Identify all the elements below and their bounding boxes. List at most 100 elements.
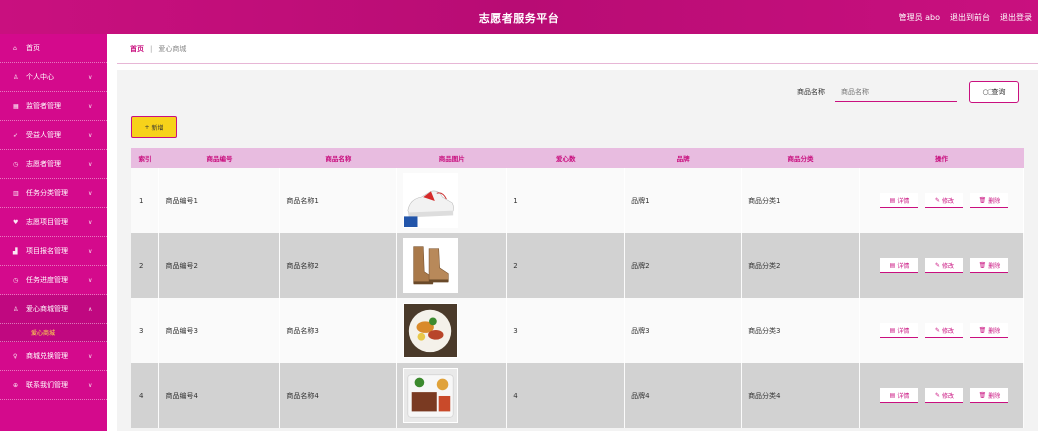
cell-index: 2	[131, 233, 160, 298]
detail-label: 详情	[897, 392, 910, 400]
edit-button[interactable]: ✎ 修改	[925, 193, 964, 208]
sidebar-item-mall-exchange[interactable]: ♀ 商城兑换管理 ∨	[0, 342, 107, 371]
top-bar-actions: 管理员 abo 退出到前台 退出登录	[899, 12, 1032, 23]
send-icon: ➶	[13, 131, 19, 139]
sidebar-item-label: 志愿项目管理	[26, 218, 68, 226]
chevron-up-icon: ∧	[88, 305, 93, 313]
edit-button[interactable]: ✎ 修改	[925, 258, 964, 273]
sidebar-item-volunteer-project[interactable]: ♥ 志愿项目管理 ∨	[0, 208, 107, 237]
top-bar: 志愿者服务平台 管理员 abo 退出到前台 退出登录	[0, 0, 1038, 34]
breadcrumb-home[interactable]: 首页	[130, 44, 144, 54]
cell-brand: 品牌1	[624, 168, 743, 233]
search-icon: ○	[987, 87, 994, 96]
sidebar-item-supervisor[interactable]: ▦ 监管者管理 ∨	[0, 92, 107, 121]
chevron-down-icon: ∨	[88, 131, 93, 139]
sidebar-item-volunteer[interactable]: ◷ 志愿者管理 ∨	[0, 150, 107, 179]
clock-icon: ◷	[13, 160, 19, 168]
table-row[interactable]: 2 商品编号2 商品名称2 2 品牌2 商品分类2 ▤ 详情 ✎ 修改 🗑 删除	[131, 233, 1025, 298]
cell-image	[396, 363, 508, 428]
search-bar: 商品名称 ○ ○ 查询	[797, 81, 1019, 103]
globe-icon: ⊕	[13, 381, 19, 389]
delete-label: 删除	[988, 327, 1001, 335]
back-to-front-link[interactable]: 退出到前台	[950, 12, 990, 23]
delete-label: 删除	[988, 392, 1001, 400]
bars-icon: ▥	[13, 189, 19, 197]
table-row[interactable]: 3 商品编号3 商品名称3 3 品牌3 商品分类3 ▤ 详情 ✎ 修改 🗑 删除	[131, 298, 1025, 363]
main-content: 首页 | 爱心商城 商品名称 ○ ○ 查询 + 新增 索引 商品编号 商品名称 …	[117, 34, 1038, 431]
delete-button[interactable]: 🗑 删除	[970, 388, 1009, 403]
cell-hearts: 4	[506, 363, 626, 428]
home-icon: ⌂	[13, 44, 17, 52]
edit-label: 修改	[941, 197, 954, 205]
cell-brand: 品牌2	[624, 233, 743, 298]
sidebar-item-personal-center[interactable]: ♙ 个人中心 ∨	[0, 63, 107, 92]
sidebar-item-home[interactable]: ⌂ 首页	[0, 34, 107, 63]
chevron-down-icon: ∨	[88, 218, 93, 226]
sidebar-item-task-progress[interactable]: ◷ 任务进度管理 ∨	[0, 266, 107, 295]
add-button-label: 新增	[151, 124, 164, 132]
table-row[interactable]: 4 商品编号4 商品名称4 4 品牌4 商品分类4 ▤ 详情 ✎ 修改 🗑 删除	[131, 363, 1025, 428]
add-button[interactable]: + 新增	[131, 116, 177, 138]
boots-image	[403, 238, 459, 293]
cell-name: 商品名称2	[279, 233, 398, 298]
cell-code: 商品编号1	[158, 168, 281, 233]
sidebar-item-charity-mall[interactable]: ♙ 爱心商城管理 ∧	[0, 295, 107, 324]
sidebar-item-task-category[interactable]: ▥ 任务分类管理 ∨	[0, 179, 107, 208]
sidebar-item-label: 爱心商城管理	[26, 305, 68, 313]
cell-category: 商品分类4	[741, 363, 860, 428]
cell-name: 商品名称1	[279, 168, 398, 233]
breadcrumb-current: 爱心商城	[158, 44, 187, 53]
cell-brand: 品牌4	[624, 363, 743, 428]
chevron-down-icon: ∨	[88, 352, 93, 360]
column-header: 爱心数	[555, 155, 576, 163]
detail-icon: ▤	[889, 196, 896, 204]
sidebar-subitem-charity-mall[interactable]: 爱心商城	[0, 324, 107, 342]
cell-image	[396, 168, 508, 233]
detail-button[interactable]: ▤ 详情	[880, 388, 919, 403]
detail-icon: ▤	[889, 391, 896, 399]
column-header: 操作	[934, 155, 948, 163]
edit-label: 修改	[941, 392, 954, 400]
sidebar: ⌂ 首页 ♙ 个人中心 ∨ ▦ 监管者管理 ∨ ➶ 受益人管理 ∨ ◷ 志愿者管…	[0, 34, 107, 431]
delete-button[interactable]: 🗑 删除	[970, 258, 1009, 273]
admin-user-label: 管理员 abo	[898, 13, 940, 22]
delete-button[interactable]: 🗑 删除	[970, 323, 1009, 338]
delete-label: 删除	[988, 197, 1001, 205]
cell-category: 商品分类1	[741, 168, 860, 233]
detail-label: 详情	[897, 327, 910, 335]
search-button[interactable]: ○ 查询	[969, 81, 1019, 103]
edit-button[interactable]: ✎ 修改	[925, 323, 964, 338]
edit-button[interactable]: ✎ 修改	[925, 388, 964, 403]
chevron-down-icon: ∨	[88, 381, 93, 389]
food-plate-image	[403, 303, 459, 358]
cell-hearts: 2	[506, 233, 626, 298]
cell-hearts: 3	[506, 298, 626, 363]
logout-link[interactable]: 退出登录	[1000, 12, 1032, 23]
sidebar-item-beneficiary[interactable]: ➶ 受益人管理 ∨	[0, 121, 107, 150]
sidebar-item-contact-us[interactable]: ⊕ 联系我们管理 ∨	[0, 371, 107, 400]
search-input[interactable]	[835, 82, 957, 102]
sidebar-item-label: 项目报名管理	[26, 247, 68, 255]
sidebar-item-label: 志愿者管理	[26, 160, 61, 168]
table-row[interactable]: 1 商品编号1 商品名称1 1 品牌1 商品分类1 ▤ 详情 ✎ 修改 🗑 删除	[131, 168, 1025, 233]
cell-index: 4	[131, 363, 160, 428]
detail-button[interactable]: ▤ 详情	[880, 193, 919, 208]
cell-code: 商品编号2	[158, 233, 281, 298]
chevron-down-icon: ∨	[88, 247, 93, 255]
chart-icon: ▟	[13, 247, 18, 255]
grid-icon: ▦	[13, 102, 19, 110]
column-header: 商品图片	[438, 155, 465, 163]
edit-icon: ✎	[934, 391, 940, 399]
product-table: 索引 商品编号 商品名称 商品图片 爱心数 品牌 商品分类 操作 1 商品编号1…	[131, 148, 1025, 428]
column-header: 商品编号	[206, 155, 233, 163]
cell-category: 商品分类3	[741, 298, 860, 363]
table-header-row: 索引 商品编号 商品名称 商品图片 爱心数 品牌 商品分类 操作	[131, 148, 1024, 168]
detail-icon: ▤	[889, 261, 896, 269]
delete-button[interactable]: 🗑 删除	[970, 193, 1009, 208]
trash-icon: 🗑	[978, 326, 987, 334]
detail-button[interactable]: ▤ 详情	[880, 323, 919, 338]
sidebar-item-project-signup[interactable]: ▟ 项目报名管理 ∨	[0, 237, 107, 266]
cell-actions: ▤ 详情 ✎ 修改 🗑 删除	[859, 298, 1025, 363]
detail-button[interactable]: ▤ 详情	[880, 258, 919, 273]
sidebar-item-label: 任务分类管理	[26, 189, 68, 197]
